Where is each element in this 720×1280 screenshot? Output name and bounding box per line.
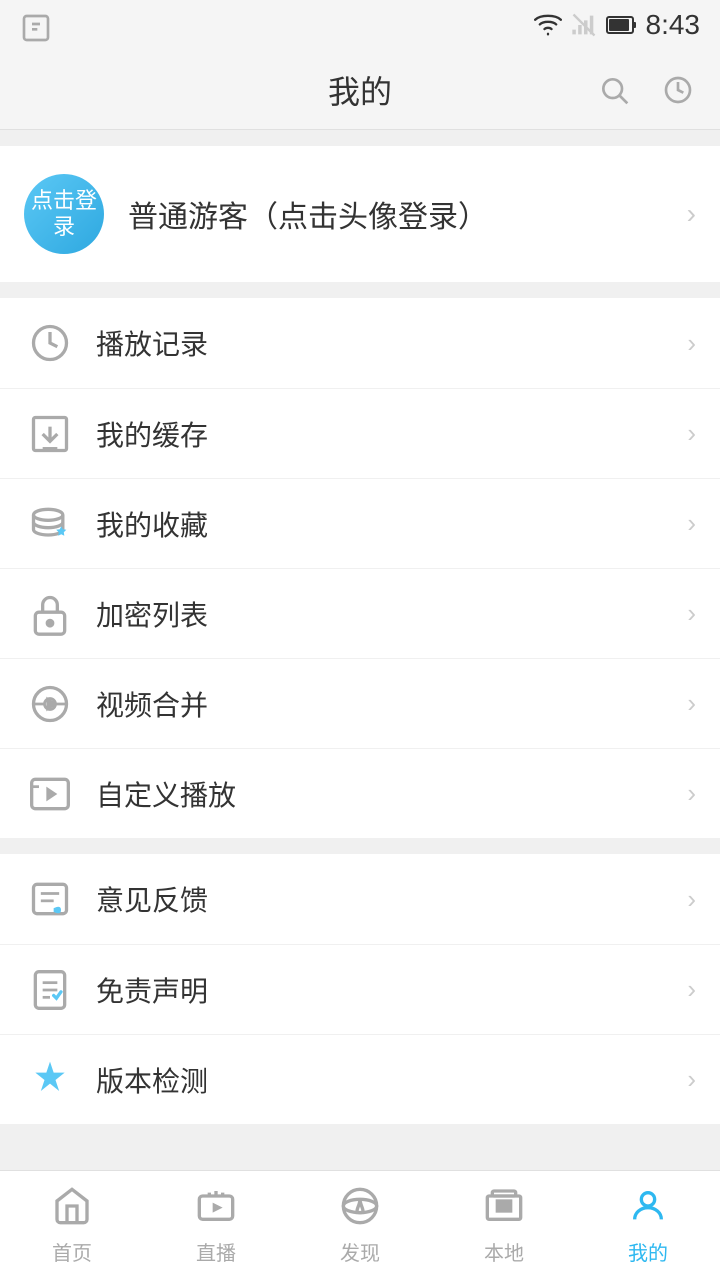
nav-item-home[interactable]: 首页 [0,1171,144,1280]
profile-name: 普通游客（点击头像登录） [128,192,687,236]
nav-item-live[interactable]: 直播 [144,1171,288,1280]
nav-label-mine: 我的 [628,1237,668,1266]
menu-item-encrypted-list[interactable]: 加密列表 › [0,568,720,658]
signal-icon [570,11,598,39]
wifi-icon [534,11,562,39]
menu-item-disclaimer[interactable]: 免责声明 › [0,944,720,1034]
menu-item-feedback[interactable]: 意见反馈 › [0,854,720,944]
menu-group-2: 意见反馈 › 免责声明 › [0,854,720,1124]
menu-label-my-favorites: 我的收藏 [96,504,687,544]
chevron-icon: › [687,508,696,539]
menu-label-video-merge: 视频合并 [96,684,687,724]
content-area: 点击登录 普通游客（点击头像登录） › 播放记录 › [0,130,720,1170]
nav-label-live: 直播 [196,1237,236,1266]
history-icon [662,74,694,106]
custom-play-icon [24,768,76,820]
avatar-text: 点击登录 [24,188,104,241]
profile-row[interactable]: 点击登录 普通游客（点击头像登录） › [0,146,720,282]
menu-item-custom-play[interactable]: 自定义播放 › [0,748,720,838]
menu-label-feedback: 意见反馈 [96,879,687,919]
feedback-icon [24,873,76,925]
nav-item-local[interactable]: 本地 [432,1171,576,1280]
menu-label-my-cache: 我的缓存 [96,414,687,454]
status-icons: 8:43 [534,9,701,41]
battery-icon [606,14,638,36]
discover-icon [340,1186,380,1231]
download-icon [24,408,76,460]
menu-item-version-check[interactable]: 版本检测 › [0,1034,720,1124]
chevron-icon: › [687,1064,696,1095]
nav-label-home: 首页 [52,1237,92,1266]
search-icon [598,74,630,106]
profile-card: 点击登录 普通游客（点击头像登录） › [0,146,720,282]
menu-group-1: 播放记录 › 我的缓存 › [0,298,720,838]
clock-icon [24,317,76,369]
chevron-icon: › [687,974,696,1005]
favorites-icon [24,498,76,550]
app-header: 我的 [0,50,720,130]
merge-icon [24,678,76,730]
chevron-icon: › [687,884,696,915]
chevron-icon: › [687,598,696,629]
status-time: 8:43 [646,9,701,41]
profile-chevron-icon: › [687,198,696,230]
menu-label-disclaimer: 免责声明 [96,970,687,1010]
notification-icon [20,12,52,49]
home-icon [52,1186,92,1231]
menu-item-video-merge[interactable]: 视频合并 › [0,658,720,748]
chevron-icon: › [687,328,696,359]
history-button[interactable] [656,68,700,112]
nav-item-mine[interactable]: 我的 [576,1171,720,1280]
menu-label-encrypted-list: 加密列表 [96,594,687,634]
menu-item-my-cache[interactable]: 我的缓存 › [0,388,720,478]
menu-label-play-history: 播放记录 [96,323,687,363]
bottom-nav: 首页 直播 发现 [0,1170,720,1280]
search-button[interactable] [592,68,636,112]
menu-label-custom-play: 自定义播放 [96,774,687,814]
live-icon [196,1186,236,1231]
menu-item-my-favorites[interactable]: 我的收藏 › [0,478,720,568]
nav-label-discover: 发现 [340,1237,380,1266]
disclaimer-icon [24,964,76,1016]
chevron-icon: › [687,688,696,719]
lock-icon [24,588,76,640]
local-icon [484,1186,524,1231]
menu-item-play-history[interactable]: 播放记录 › [0,298,720,388]
nav-item-discover[interactable]: 发现 [288,1171,432,1280]
version-icon [24,1054,76,1106]
header-actions [592,68,700,112]
menu-label-version-check: 版本检测 [96,1060,687,1100]
page-title: 我的 [328,67,392,113]
mine-icon [628,1186,668,1231]
chevron-icon: › [687,778,696,809]
chevron-icon: › [687,418,696,449]
nav-label-local: 本地 [484,1237,524,1266]
status-bar: 8:43 [0,0,720,50]
avatar: 点击登录 [24,174,104,254]
